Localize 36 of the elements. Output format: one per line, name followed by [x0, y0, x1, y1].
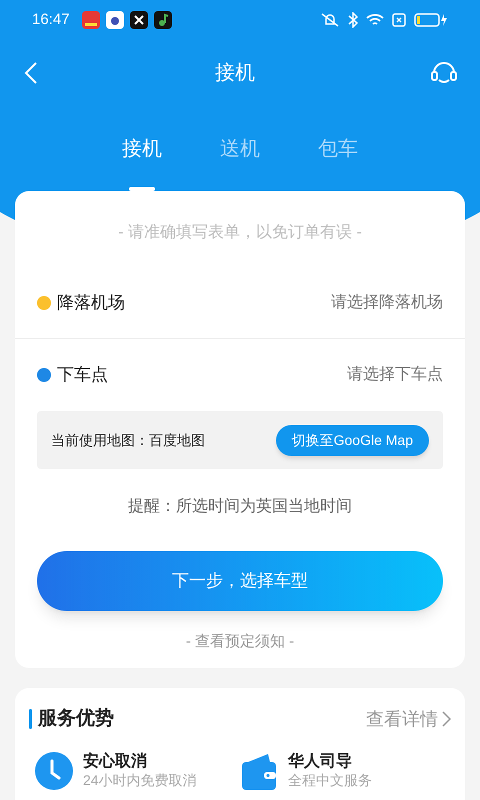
location-row[interactable]: 下车点 请选择下车点	[15, 339, 465, 411]
feature-title: 华人司导	[288, 752, 353, 772]
feature-title: 安心取消	[83, 752, 148, 772]
location-label: 降落机场	[57, 292, 125, 314]
booking-notice-link[interactable]: - 查看预定须知 -	[186, 631, 294, 654]
paw-icon	[106, 11, 124, 29]
status-time: 16:47	[32, 10, 70, 30]
wifi-icon	[366, 13, 384, 27]
app-icon	[130, 11, 148, 29]
clock-icon	[35, 752, 73, 790]
details-link[interactable]: 查看详情	[366, 706, 451, 732]
reminder-text: 提醒：所选时间为英国当地时间	[127, 496, 353, 517]
chevron-right-icon	[442, 711, 451, 727]
wallet-icon	[240, 752, 278, 790]
mute-icon	[320, 12, 340, 28]
switch-map-button[interactable]: 切换至GooGle Map	[276, 424, 429, 456]
tab[interactable]: 包车	[318, 119, 358, 191]
feature-subtitle: 全程中文服务	[288, 772, 372, 789]
location-placeholder: 请选择下车点	[347, 364, 443, 385]
location-placeholder: 请选择降落机场	[331, 292, 443, 312]
title-accent-bar	[29, 709, 32, 729]
feature-subtitle: 24小时内免费取消	[83, 772, 197, 789]
next-step-button[interactable]: 下一步，选择车型	[37, 551, 443, 611]
sim-icon	[392, 13, 406, 27]
form-hint: - 请准确填写表单，以免订单有误 -	[117, 222, 363, 243]
tab[interactable]: 送机	[220, 119, 260, 191]
battery-icon	[414, 12, 448, 28]
location-row[interactable]: 降落机场 请选择降落机场	[15, 267, 465, 339]
map-current: 当前使用地图：百度地图	[51, 430, 205, 450]
location-label: 下车点	[57, 364, 108, 386]
app-icon	[82, 11, 100, 29]
bluetooth-icon	[348, 12, 358, 28]
tab[interactable]: 接机	[122, 119, 162, 191]
page-title: 接机	[215, 60, 255, 86]
section-title: 服务优势	[38, 706, 114, 731]
music-icon	[154, 11, 172, 29]
